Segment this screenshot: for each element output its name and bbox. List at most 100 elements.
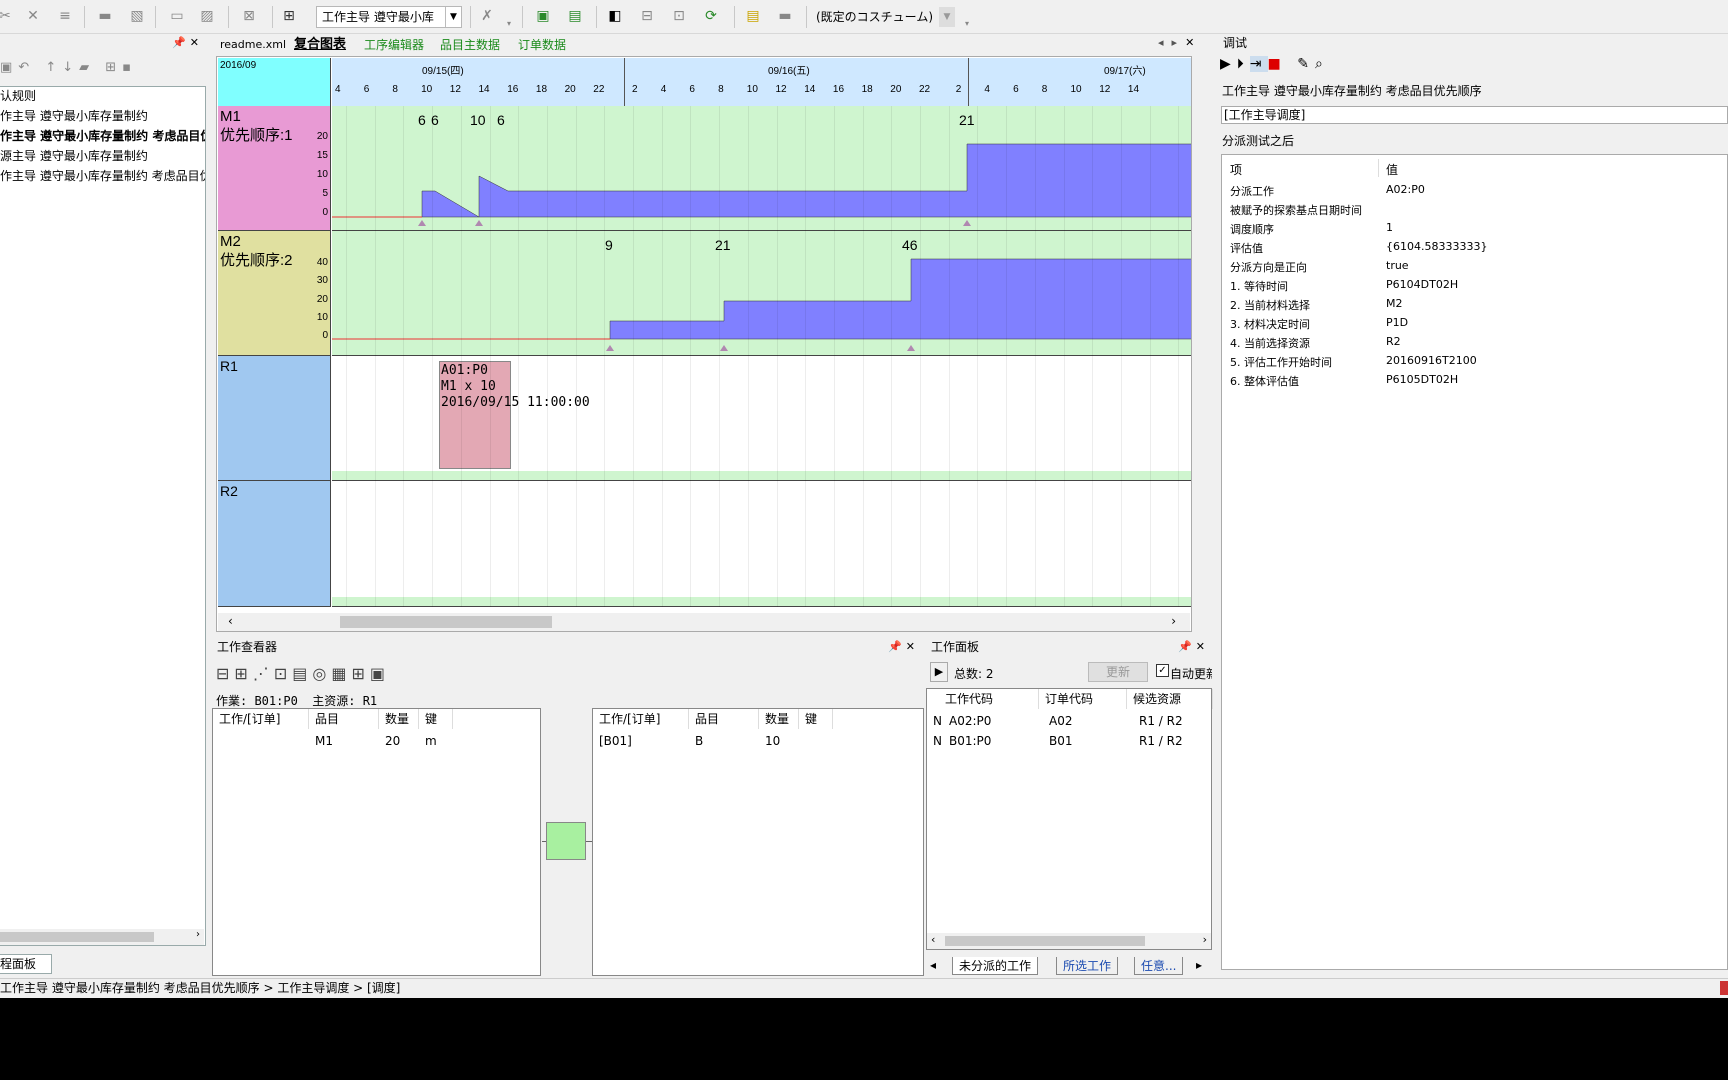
column-header[interactable]: 键 [799,709,833,729]
scrollbar-thumb[interactable] [340,616,552,628]
delete-link-icon[interactable]: ✕ [22,5,44,27]
lock-icon[interactable]: ▪ [122,60,137,75]
tab-process-editor[interactable]: 工序编辑器 [364,36,424,54]
connect-icon[interactable]: ⊞ [351,664,369,683]
hierarchy-icon[interactable]: ⊞ [278,5,300,27]
tab-next-icon[interactable]: ▸ [1196,958,1202,972]
column-header[interactable]: 数量 [379,709,419,729]
pin-icon[interactable]: 📌 [1178,640,1196,653]
column-header[interactable]: 键 [419,709,453,729]
run-icon[interactable]: ▶ [1220,56,1237,72]
graph-icon[interactable]: ⋰ [253,664,274,683]
horizontal-scrollbar[interactable]: ‹ › [218,613,1190,631]
tree-item[interactable]: 源主导 遵守最小库存量制约 [0,147,148,165]
tab-prev-icon[interactable]: ◂ [930,958,936,972]
stop-icon[interactable]: ■ [1268,56,1287,72]
edit-icon[interactable]: ✎ [1297,56,1315,72]
scroll-left-icon[interactable]: ‹ [931,933,935,946]
note-icon[interactable]: ▤ [742,5,764,27]
table-row[interactable]: M1 20 m [213,731,540,751]
bottom-tab[interactable]: 程面板 [0,954,52,974]
tree-item[interactable]: 认规则 [0,87,36,105]
tab-next-icon[interactable]: ▸ [1172,36,1186,49]
cut-icon[interactable]: ✂ [0,5,16,27]
tree-icon[interactable]: ⊟ [636,5,658,27]
document-icon[interactable]: ⊞ [105,60,122,75]
save-icon[interactable]: ▣ [0,60,18,75]
tab-unassigned[interactable]: 未分派的工作 [952,957,1039,975]
tab-composite-chart[interactable]: 复合图表 [294,36,346,54]
layout-icon[interactable]: ⊟ [216,664,234,683]
tab-item-master[interactable]: 品目主数据 [440,36,500,54]
horizontal-scrollbar[interactable]: › [0,929,204,945]
tab-selected[interactable]: 所选工作 [1056,957,1119,975]
block-delete-icon[interactable]: ▧ [126,5,148,27]
horizontal-scrollbar[interactable]: ‹ › [927,933,1211,949]
save-icon[interactable]: ▣ [370,664,390,683]
chart-settings-2-icon[interactable]: ▤ [564,5,586,27]
process-node[interactable] [546,822,586,860]
close-icon[interactable]: ✕ [190,36,203,49]
target-icon[interactable]: ◎ [312,664,331,683]
scrollbar-thumb[interactable] [945,936,1145,946]
close-icon[interactable]: ✕ [1185,36,1202,49]
tab-prev-icon[interactable]: ◂ [1158,36,1172,49]
scroll-left-icon[interactable]: ‹ [228,614,233,628]
speech-bubble-icon[interactable]: ▬ [774,5,796,27]
column-header[interactable]: 数量 [759,709,799,729]
update-button[interactable]: 更新 [1088,662,1148,682]
pin-icon[interactable]: 📌 [172,36,190,49]
chart-settings-icon[interactable]: ▣ [532,5,554,27]
column-header[interactable]: 候选资源 [1127,689,1213,709]
down-arrow-icon[interactable]: ↓ [62,60,79,75]
contrast-icon[interactable]: ◧ [604,5,626,27]
scroll-right-icon[interactable]: › [1171,614,1176,628]
column-header[interactable]: 工作/[订单] [593,709,689,729]
column-header[interactable]: 工作代码 [939,689,1039,709]
tab-readme[interactable]: readme.xml [220,36,286,54]
undo-icon[interactable]: ↶ [18,60,35,75]
pin-icon[interactable]: 📌 [888,640,906,653]
tree-item[interactable]: 作主导 遵守最小库存量制约 [0,107,148,125]
step-over-icon[interactable]: ⇥ [1249,56,1268,72]
table-row[interactable]: N A02:P0 A02 R1 / R2 [927,711,1211,731]
list-icon[interactable]: ▤ [292,664,312,683]
tree-item[interactable]: 作主导 遵守最小库存量制约 考虑品目优 [0,167,205,185]
outdent-icon[interactable]: ≡ [54,5,76,27]
tree-icon[interactable]: ⊞ [234,664,252,683]
block-icon[interactable]: ▬ [94,5,116,27]
costume-select[interactable]: (既定のコスチューム) ▼ [810,6,956,28]
rule-select[interactable]: 工作主导 遵守最小库 ▼ [316,6,462,28]
network-icon[interactable]: ⊡ [274,664,292,683]
tab-any[interactable]: 任意... [1134,957,1184,975]
job-block[interactable]: A01:P0 M1 x 10 2016/09/15 11:00:00 [439,361,590,469]
table-row[interactable]: N B01:P0 B01 R1 / R2 [927,731,1211,751]
comment-delete-icon[interactable]: ▨ [196,5,218,27]
scroll-right-icon[interactable]: › [1203,933,1207,946]
close-icon[interactable]: ✕ [1196,640,1209,653]
column-header[interactable]: 品目 [689,709,759,729]
column-header[interactable]: 工作/[订单] [213,709,309,729]
up-arrow-icon[interactable]: ↑ [45,60,62,75]
play-button[interactable]: ▶ [930,662,948,682]
scroll-right-icon[interactable]: › [196,929,200,940]
table-row[interactable]: [B01] B 10 [593,731,923,751]
tools-icon[interactable]: ✗ [476,5,498,27]
tree-item-selected[interactable]: 作主导 遵守最小库存量制约 考虑品目优 [0,127,205,145]
export-icon[interactable]: ⊡ [668,5,690,27]
auto-update-checkbox[interactable]: ✓ [1156,664,1169,677]
scrollbar-thumb[interactable] [0,932,154,942]
close-icon[interactable]: ✕ [906,640,919,653]
dropdown-arrow-icon[interactable]: ▾ [498,12,520,34]
step-icon[interactable]: ⏵ [1237,56,1250,72]
refresh-icon[interactable]: ⟳ [700,5,722,27]
comment-icon[interactable]: ▭ [166,5,188,27]
dropdown-arrow-icon[interactable]: ▾ [956,12,978,34]
folder-icon[interactable]: ▰ [79,60,95,75]
table-icon[interactable]: ▦ [331,664,351,683]
column-header[interactable]: 品目 [309,709,379,729]
column-header[interactable]: 订单代码 [1039,689,1127,709]
remove-icon[interactable]: ⊠ [238,5,260,27]
search-icon[interactable]: ⌕ [1315,56,1329,72]
tab-order-data[interactable]: 订单数据 [518,36,566,54]
